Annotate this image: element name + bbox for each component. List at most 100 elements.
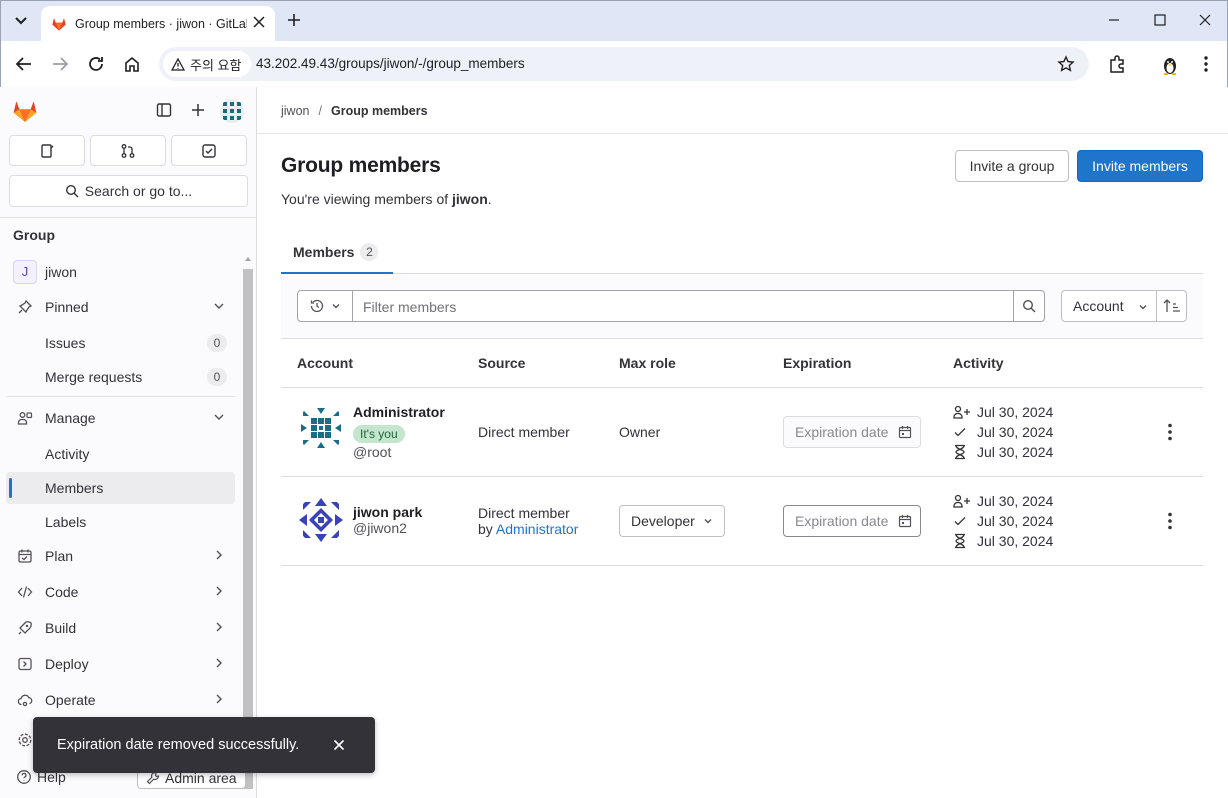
browser-toolbar: 주의 요함 43.202.49.43/groups/jiwon/-/group_… <box>1 41 1227 88</box>
subtitle-group-name: jiwon <box>452 191 488 207</box>
plus-icon[interactable] <box>190 102 206 118</box>
sidebar-item-label: Activity <box>45 446 90 462</box>
sidebar-item-activity[interactable]: Activity <box>6 438 235 470</box>
gitlab-logo-icon[interactable] <box>12 98 38 124</box>
sidebar-item-group[interactable]: J jiwon <box>6 256 235 288</box>
tab-search-button[interactable] <box>9 9 33 33</box>
tab-count-badge: 2 <box>360 243 379 261</box>
activity-user-created: Jul 30, 2024 <box>953 493 1053 509</box>
sidebar-item-labels[interactable]: Labels <box>6 506 235 538</box>
filter-members-input[interactable]: Filter members <box>352 290 1014 322</box>
sidebar-section-plan[interactable]: Plan <box>6 540 235 572</box>
member-name[interactable]: jiwon park <box>353 504 422 520</box>
tabs: Members 2 <box>281 232 1203 274</box>
sidebar-section-manage[interactable]: Manage <box>6 402 235 434</box>
sidebar-item-merge-requests[interactable]: Merge requests 0 <box>6 361 235 393</box>
back-icon[interactable] <box>15 55 33 73</box>
expiration-date-input[interactable]: Expiration date <box>783 505 921 537</box>
toast-message: Expiration date removed successfully. <box>57 737 300 753</box>
sidebar-section-deploy[interactable]: Deploy <box>6 648 235 680</box>
window-close-icon[interactable] <box>1198 13 1212 27</box>
wrench-icon <box>146 771 160 785</box>
sidebar-item-label: Manage <box>45 410 96 426</box>
minimize-icon[interactable] <box>1107 13 1121 27</box>
invite-group-button[interactable]: Invite a group <box>955 150 1069 182</box>
avatar[interactable] <box>297 496 345 544</box>
divider <box>0 217 256 218</box>
sort-direction-button[interactable] <box>1156 290 1187 322</box>
tab-members[interactable]: Members 2 <box>281 232 393 274</box>
hourglass-icon <box>955 533 965 549</box>
sidebar-section-code[interactable]: Code <box>6 576 235 608</box>
help-icon <box>17 770 31 784</box>
browser-tab[interactable]: Group members · jiwon · GitLab <box>41 6 275 41</box>
rocket-icon <box>18 621 32 635</box>
source-by-prefix: by <box>478 521 496 537</box>
scroll-up-arrow-icon[interactable] <box>244 255 252 263</box>
security-chip[interactable]: 주의 요함 <box>163 51 252 77</box>
its-you-badge: It's you <box>353 425 405 443</box>
expiration-placeholder: Expiration date <box>795 424 889 440</box>
invite-members-button[interactable]: Invite members <box>1077 150 1203 182</box>
merge-requests-shortcut-button[interactable] <box>90 135 166 166</box>
calendar-plan-icon <box>18 549 32 563</box>
sidebar-item-label: Plan <box>45 548 74 564</box>
role-dropdown[interactable]: Developer <box>619 505 725 537</box>
sidebar-toggle-icon[interactable] <box>156 102 172 118</box>
forward-icon[interactable] <box>51 55 69 73</box>
deploy-icon <box>18 657 32 671</box>
user-add-icon <box>953 494 970 508</box>
check-icon <box>954 517 966 526</box>
search-icon <box>1022 299 1036 313</box>
sidebar-section-build[interactable]: Build <box>6 612 235 644</box>
sidebar-item-label: Issues <box>45 335 86 351</box>
address-bar[interactable]: 주의 요함 43.202.49.43/groups/jiwon/-/group_… <box>159 47 1089 81</box>
bookmark-star-icon[interactable] <box>1057 55 1075 73</box>
divider <box>281 387 1203 388</box>
breadcrumb: jiwon / Group members <box>281 104 428 118</box>
avatar[interactable] <box>297 404 345 452</box>
member-name[interactable]: Administrator <box>353 404 445 420</box>
gitlab-favicon-icon <box>52 17 66 31</box>
browser-chrome: Group members · jiwon · GitLab 주의 요함 43.… <box>0 0 1228 88</box>
sidebar-item-members[interactable]: Members <box>6 472 235 504</box>
member-role: Owner <box>619 424 661 440</box>
profile-avatar-icon[interactable] <box>1159 54 1181 76</box>
recent-searches-button[interactable] <box>297 290 353 322</box>
breadcrumb-item-group[interactable]: jiwon <box>281 104 310 118</box>
source-by-link[interactable]: Administrator <box>496 521 578 537</box>
settings-icon[interactable] <box>17 732 33 748</box>
more-actions-icon[interactable] <box>1167 423 1173 441</box>
issues-shortcut-button[interactable] <box>9 135 85 166</box>
sidebar-heading: Group <box>13 227 55 243</box>
more-actions-icon[interactable] <box>1167 512 1173 530</box>
column-header-account: Account <box>297 355 353 371</box>
merge-request-icon <box>121 143 135 158</box>
user-avatar[interactable] <box>220 99 244 123</box>
browser-menu-icon[interactable] <box>1199 54 1213 74</box>
maximize-icon[interactable] <box>1153 13 1167 27</box>
breadcrumb-item-current[interactable]: Group members <box>331 104 428 118</box>
subtitle-suffix: . <box>487 191 492 207</box>
search-button[interactable]: Search or go to... <box>9 175 248 207</box>
reload-icon[interactable] <box>87 55 105 73</box>
warning-icon <box>171 57 185 71</box>
todo-shortcut-button[interactable] <box>171 135 247 166</box>
subtitle-text: You're viewing members of <box>281 191 453 207</box>
history-icon <box>310 299 324 313</box>
sidebar-section-operate[interactable]: Operate <box>6 684 235 716</box>
sidebar-item-label: Code <box>45 584 79 600</box>
sidebar-item-issues[interactable]: Issues 0 <box>6 327 235 359</box>
sort-field-dropdown[interactable]: Account <box>1061 290 1157 322</box>
close-icon[interactable] <box>253 16 265 28</box>
home-icon[interactable] <box>123 55 141 73</box>
identicon-icon <box>297 496 345 544</box>
sidebar-section-pinned[interactable]: Pinned <box>6 291 235 323</box>
chevron-right-icon <box>216 694 222 704</box>
column-header-max-role: Max role <box>619 355 676 371</box>
close-icon[interactable] <box>333 739 345 751</box>
filter-search-button[interactable] <box>1013 290 1045 322</box>
new-tab-icon[interactable] <box>285 11 303 29</box>
scrollbar-thumb[interactable] <box>243 269 253 789</box>
extensions-icon[interactable] <box>1107 54 1127 74</box>
